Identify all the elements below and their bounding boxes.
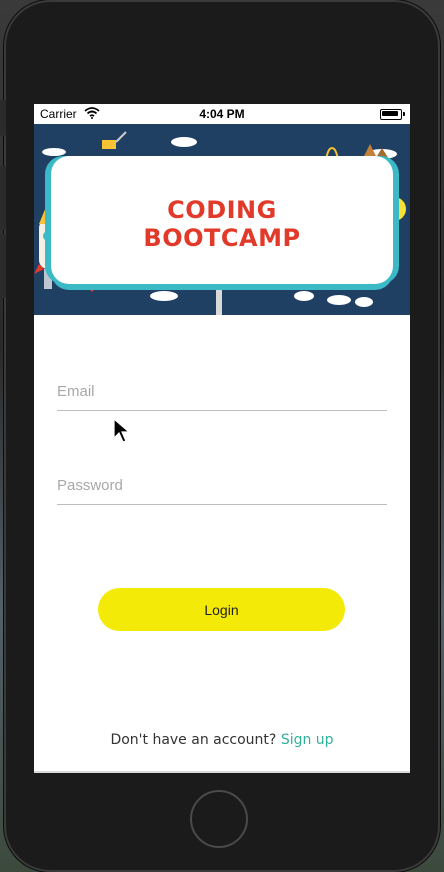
email-field[interactable] (57, 372, 387, 411)
screen-bottom-edge (34, 771, 410, 773)
volume-up-button (0, 166, 6, 230)
password-field[interactable] (57, 466, 387, 505)
home-button[interactable] (190, 790, 248, 848)
signup-row: Don't have an account? Sign up (34, 732, 410, 748)
mouse-cursor-icon (113, 417, 131, 448)
banner-title-line1: CODING (167, 196, 277, 224)
banner-title-line2: BOOTCAMP (143, 224, 301, 252)
mute-switch (0, 100, 6, 136)
volume-down-button (0, 234, 6, 298)
banner-title: CODING BOOTCAMP (51, 196, 393, 252)
app-screen: Carrier 4:04 PM CODING BOOTCAMP Email Lo… (34, 104, 410, 771)
status-bar: Carrier 4:04 PM (34, 104, 410, 124)
coding-bootcamp-banner: CODING BOOTCAMP (34, 124, 410, 315)
status-time: 4:04 PM (199, 107, 245, 121)
login-button[interactable]: Login (98, 588, 345, 631)
battery-icon (380, 109, 405, 120)
signup-prompt: Don't have an account? (110, 732, 277, 748)
signup-link[interactable]: Sign up (281, 732, 334, 748)
